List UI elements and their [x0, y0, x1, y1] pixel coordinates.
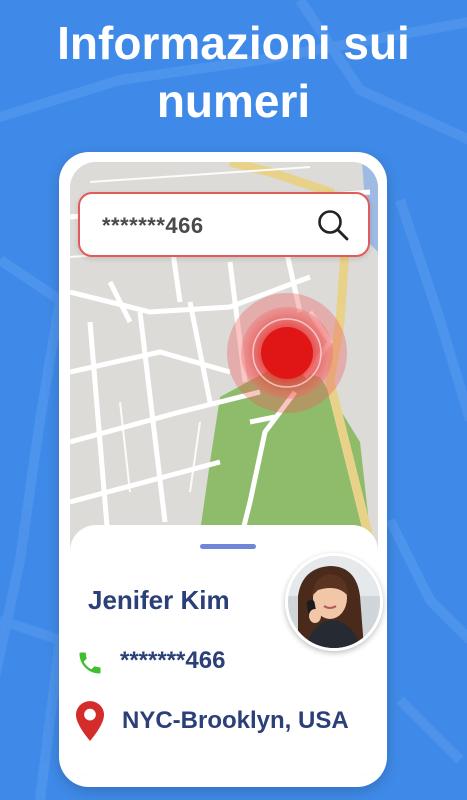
location-pin-icon: [76, 701, 104, 741]
avatar-photo: [288, 556, 380, 648]
contact-location[interactable]: NYC-Brooklyn, USA: [122, 707, 349, 735]
avatar: [285, 553, 383, 651]
contact-card[interactable]: Jenifer Kim *******466 NYC-Brooklyn, USA: [70, 525, 383, 777]
search-icon[interactable]: [316, 208, 350, 242]
location-marker: [227, 293, 347, 413]
search-bar[interactable]: *******466: [78, 192, 370, 257]
headline-line-1: Informazioni sui: [57, 17, 410, 69]
contact-name: Jenifer Kim: [88, 585, 230, 615]
search-input[interactable]: *******466: [102, 213, 204, 239]
phone-icon: [79, 652, 101, 674]
drag-handle[interactable]: [200, 544, 256, 549]
headline-line-2: numeri: [156, 75, 311, 127]
contact-phone[interactable]: *******466: [120, 647, 225, 675]
headline: Informazioni sui numeri: [0, 14, 467, 130]
